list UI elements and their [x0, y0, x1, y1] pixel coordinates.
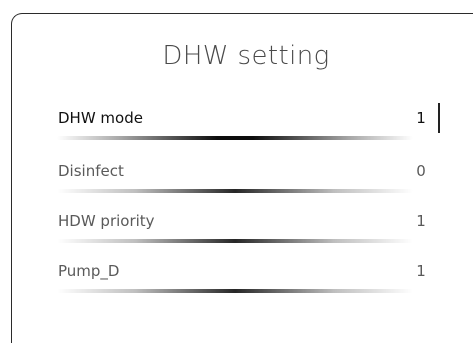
row-underline: [57, 239, 413, 243]
setting-value[interactable]: 1: [414, 261, 428, 281]
setting-row-dhw-mode[interactable]: DHW mode 1: [0, 103, 476, 154]
setting-row-disinfect[interactable]: Disinfect 0: [0, 161, 476, 207]
row-underline: [57, 189, 413, 193]
text-cursor: [438, 103, 440, 133]
setting-value[interactable]: 1: [414, 211, 428, 231]
row-underline: [57, 136, 413, 140]
setting-value[interactable]: 1: [414, 108, 428, 128]
setting-value[interactable]: 0: [414, 161, 428, 181]
setting-row-hdw-priority[interactable]: HDW priority 1: [0, 211, 476, 257]
setting-row-pump-d[interactable]: Pump_D 1: [0, 261, 476, 307]
row-underline: [57, 289, 413, 293]
setting-label: HDW priority: [58, 212, 155, 230]
setting-label: Disinfect: [58, 162, 124, 180]
setting-label: Pump_D: [58, 262, 120, 280]
page-title: DHW setting: [162, 41, 330, 71]
setting-label: DHW mode: [58, 109, 143, 127]
